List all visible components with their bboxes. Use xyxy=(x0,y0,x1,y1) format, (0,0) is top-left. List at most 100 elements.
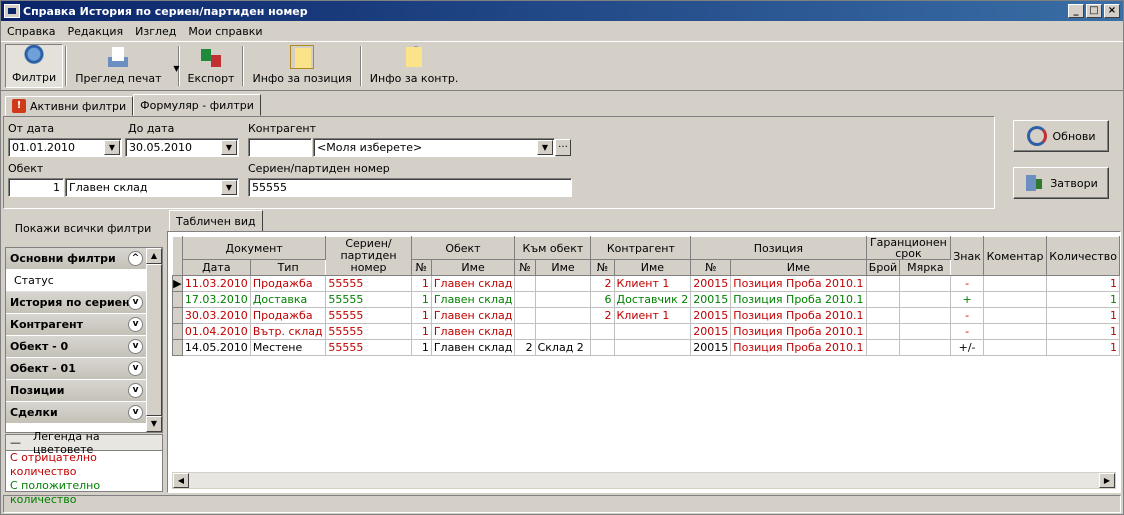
cell-warranty-unit[interactable] xyxy=(899,339,952,356)
cell-quantity[interactable]: 1 xyxy=(1046,275,1120,292)
menu-view[interactable]: Изглед xyxy=(129,25,182,38)
cell-to-object-name[interactable] xyxy=(534,307,592,324)
cell-to-object-no[interactable] xyxy=(514,307,536,324)
export-button[interactable]: Експорт xyxy=(182,44,241,88)
cell-object-no[interactable]: 1 xyxy=(410,307,432,324)
cell-comment[interactable] xyxy=(982,323,1048,340)
cell-comment[interactable] xyxy=(982,307,1048,324)
close-button[interactable]: Затвори xyxy=(1013,167,1109,199)
contragent-code-input[interactable] xyxy=(248,138,312,157)
cell-object-no[interactable]: 1 xyxy=(410,275,432,292)
refresh-button[interactable]: Обнови xyxy=(1013,120,1109,152)
tab-table-view[interactable]: Табличен вид xyxy=(169,210,263,232)
maximize-button[interactable]: □ xyxy=(1086,4,1102,18)
cell-position-name[interactable]: Позиция Проба 2010.1 xyxy=(730,339,867,356)
tab-form-filters[interactable]: Формуляр - филтри xyxy=(133,94,261,116)
object-select[interactable]: Главен склад ▼ xyxy=(65,178,239,197)
table-row[interactable]: 30.03.2010 Продажба 55555 1 Главен склад 2 Кли… xyxy=(172,307,1120,324)
cell-warranty-count[interactable] xyxy=(865,339,901,356)
chevron-down-icon[interactable]: v xyxy=(128,405,143,420)
print-preview-button[interactable]: Преглед печат ▼ xyxy=(69,44,180,88)
chevron-down-icon[interactable]: v xyxy=(128,361,143,376)
cell-position-no[interactable]: 20015 xyxy=(690,307,732,324)
table-row[interactable]: 01.04.2010 Вътр. склад 55555 1 Главен склад 2… xyxy=(172,323,1120,340)
cell-position-name[interactable]: Позиция Проба 2010.1 xyxy=(730,275,867,292)
cell-to-object-name[interactable]: Склад 2 xyxy=(534,339,592,356)
contragent-select[interactable]: <Моля изберете> ▼ xyxy=(313,138,555,157)
grid-horizontal-scrollbar[interactable]: ◀ ▶ xyxy=(172,472,1116,489)
cell-quantity[interactable]: 1 xyxy=(1046,339,1120,356)
col-position[interactable]: Позиция xyxy=(690,236,867,260)
chevron-down-icon[interactable]: ▼ xyxy=(221,180,237,195)
cell-sign[interactable]: + xyxy=(950,291,984,308)
col-warranty-unit[interactable]: Мярка xyxy=(899,259,952,276)
serial-input[interactable]: 55555 xyxy=(248,178,572,197)
scroll-left-icon[interactable]: ◀ xyxy=(173,473,189,488)
show-all-filters-button[interactable]: Покажи всички филтри xyxy=(3,211,163,245)
col-quantity[interactable]: Количество xyxy=(1046,236,1120,276)
cell-warranty-count[interactable] xyxy=(865,275,901,292)
minimize-button[interactable]: _ xyxy=(1068,4,1084,18)
cell-type[interactable]: Продажба xyxy=(249,275,327,292)
col-object-no[interactable]: № xyxy=(410,259,432,276)
row-indicator[interactable] xyxy=(172,307,183,324)
menu-edit[interactable]: Редакция xyxy=(61,25,129,38)
cell-position-name[interactable]: Позиция Проба 2010.1 xyxy=(730,291,867,308)
to-date-picker[interactable]: 30.05.2010 ▼ xyxy=(125,138,239,157)
col-warranty-count[interactable]: Брой xyxy=(865,259,901,276)
cell-object-name[interactable]: Главен склад xyxy=(430,291,516,308)
cell-sign[interactable]: - xyxy=(950,307,984,324)
chevron-down-icon[interactable]: ▼ xyxy=(537,140,553,155)
cell-position-no[interactable]: 20015 xyxy=(690,291,732,308)
row-indicator[interactable] xyxy=(172,291,183,308)
info-contr-button[interactable]: Инфо за контр. xyxy=(364,44,465,88)
col-contragent-no[interactable]: № xyxy=(590,259,615,276)
cell-sign[interactable]: +/- xyxy=(950,339,984,356)
info-position-button[interactable]: Инфо за позиция xyxy=(246,44,357,88)
table-row[interactable]: 17.03.2010 Доставка 55555 1 Главен склад 6 Дос… xyxy=(172,291,1120,308)
cell-object-no[interactable]: 1 xyxy=(410,339,432,356)
table-row[interactable]: 14.05.2010 Местене 55555 1 Главен склад 2 Скла… xyxy=(172,339,1120,356)
col-object[interactable]: Обект xyxy=(410,236,516,260)
section-contragent[interactable]: Контрагент v xyxy=(6,314,147,336)
cell-quantity[interactable]: 1 xyxy=(1046,323,1120,340)
close-window-button[interactable]: × xyxy=(1104,4,1120,18)
cell-comment[interactable] xyxy=(982,291,1048,308)
cell-type[interactable]: Продажба xyxy=(249,307,327,324)
cell-warranty-count[interactable] xyxy=(865,307,901,324)
tab-active-filters[interactable]: ! Активни филтри xyxy=(5,96,134,116)
cell-warranty-unit[interactable] xyxy=(899,275,952,292)
cell-contragent-name[interactable] xyxy=(613,339,692,356)
cell-position-name[interactable]: Позиция Проба 2010.1 xyxy=(730,323,867,340)
cell-contragent-no[interactable] xyxy=(590,323,615,340)
filters-button[interactable]: Филтри xyxy=(5,44,64,88)
chevron-down-icon[interactable]: v xyxy=(128,383,143,398)
col-position-name[interactable]: Име xyxy=(730,259,867,276)
cell-date[interactable]: 14.05.2010 xyxy=(181,339,251,356)
cell-type[interactable]: Вътр. склад xyxy=(249,323,327,340)
row-indicator[interactable] xyxy=(172,339,183,356)
col-contragent-name[interactable]: Име xyxy=(613,259,692,276)
chevron-down-icon[interactable]: ▼ xyxy=(104,140,120,155)
chevron-down-icon[interactable]: ▼ xyxy=(221,140,237,155)
col-to-object[interactable]: Към обект xyxy=(514,236,592,260)
col-object-name[interactable]: Име xyxy=(430,259,516,276)
cell-serial[interactable]: 55555 xyxy=(325,339,412,356)
chevron-down-icon[interactable]: v xyxy=(128,339,143,354)
cell-contragent-no[interactable] xyxy=(590,339,615,356)
cell-serial[interactable]: 55555 xyxy=(325,323,412,340)
section-positions[interactable]: Позиции v xyxy=(6,380,147,402)
cell-serial[interactable]: 55555 xyxy=(325,307,412,324)
cell-object-name[interactable]: Главен склад xyxy=(430,339,516,356)
cell-object-name[interactable]: Главен склад xyxy=(430,275,516,292)
cell-type[interactable]: Доставка xyxy=(249,291,327,308)
section-deals[interactable]: Сделки v xyxy=(6,402,147,424)
cell-to-object-no[interactable] xyxy=(514,291,536,308)
cell-warranty-count[interactable] xyxy=(865,323,901,340)
cell-position-no[interactable]: 20015 xyxy=(690,339,732,356)
col-document[interactable]: Документ xyxy=(181,236,327,260)
cell-warranty-unit[interactable] xyxy=(899,291,952,308)
cell-to-object-no[interactable] xyxy=(514,323,536,340)
cell-sign[interactable]: - xyxy=(950,275,984,292)
cell-type[interactable]: Местене xyxy=(249,339,327,356)
